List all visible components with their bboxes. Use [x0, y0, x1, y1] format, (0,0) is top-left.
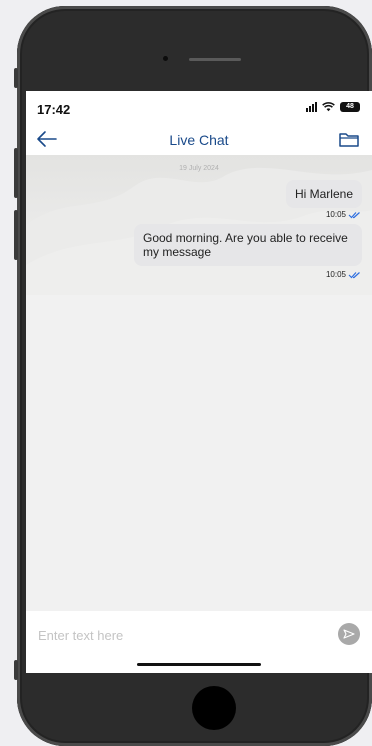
date-separator: 19 July 2024 [179, 165, 219, 172]
home-button[interactable] [192, 686, 236, 730]
message-timestamp: 10:05 [326, 210, 361, 219]
send-icon [343, 629, 355, 639]
message-timestamp: 10:05 [326, 270, 361, 279]
wifi-icon [322, 102, 335, 112]
volume-down-button [14, 210, 18, 260]
status-icons: 48 [306, 102, 360, 112]
message-bubble[interactable]: Hi Marlene [285, 180, 362, 208]
send-button[interactable] [338, 623, 360, 645]
status-bar: 17:42 48 [26, 91, 372, 123]
chat-area[interactable]: 19 July 2024 Hi Marlene 10:05 Good morni… [26, 155, 372, 611]
front-camera [163, 56, 168, 61]
phone-screen: 17:42 48 Live Chat 19 July 2024 Hi Marle… [26, 91, 372, 673]
header-bar: Live Chat [26, 123, 372, 155]
double-check-icon [348, 211, 360, 218]
message-input[interactable] [36, 623, 310, 647]
double-check-icon [348, 271, 360, 278]
folder-icon [339, 133, 359, 147]
attachment-button[interactable] [338, 130, 360, 148]
message-time: 10:05 [325, 210, 346, 219]
volume-up-button [14, 148, 18, 198]
page-title: Live Chat [169, 132, 229, 148]
side-button [14, 660, 18, 680]
earpiece-speaker [189, 58, 241, 61]
message-time: 10:05 [325, 270, 346, 279]
status-time: 17:42 [37, 102, 71, 117]
message-composer [26, 617, 372, 673]
battery-icon: 48 [340, 102, 360, 112]
signal-icon [306, 102, 317, 112]
mute-switch [14, 68, 18, 88]
message-bubble[interactable]: Good morning. Are you able to receive my… [134, 224, 362, 266]
home-indicator [137, 663, 261, 666]
